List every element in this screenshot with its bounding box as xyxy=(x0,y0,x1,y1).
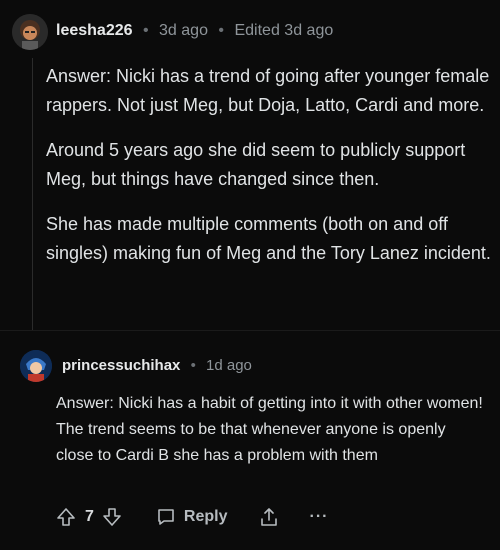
avatar-character-icon xyxy=(12,14,48,50)
comment-body: Answer: Nicki has a habit of getting int… xyxy=(56,395,483,464)
username[interactable]: leesha226 xyxy=(56,22,133,39)
comment-paragraph: Answer: Nicki has a trend of going after… xyxy=(46,66,490,115)
vote-count: 7 xyxy=(85,508,94,525)
separator-dot: • xyxy=(142,22,149,39)
speech-bubble-icon xyxy=(156,507,176,527)
reply-button[interactable]: Reply xyxy=(156,507,228,527)
ellipsis-icon[interactable]: ··· xyxy=(309,508,328,526)
edited-label: Edited 3d ago xyxy=(234,22,334,39)
username[interactable]: princessuchihax xyxy=(62,357,180,374)
user-avatar[interactable] xyxy=(12,14,48,50)
thread-line[interactable] xyxy=(32,58,33,330)
separator-dot: • xyxy=(218,22,225,39)
share-upload-icon[interactable] xyxy=(259,507,279,527)
comment-meta: leesha226 • 3d ago • Edited 3d ago xyxy=(56,22,333,40)
avatar-character-icon xyxy=(20,350,52,382)
comment-meta: princessuchihax • 1d ago xyxy=(62,357,252,374)
comment-actions: 7 Reply ··· xyxy=(56,504,328,530)
arrow-up-icon[interactable] xyxy=(56,507,76,527)
arrow-down-icon[interactable] xyxy=(102,507,122,527)
separator-dot: • xyxy=(190,357,196,374)
divider xyxy=(0,330,500,331)
timestamp: 3d ago xyxy=(159,22,208,39)
reply-label: Reply xyxy=(183,508,228,525)
user-avatar[interactable] xyxy=(20,350,52,382)
comment-paragraph: She has made multiple comments (both on … xyxy=(46,214,491,263)
comment-paragraph: Around 5 years ago she did seem to publi… xyxy=(46,140,466,189)
comment-body: Answer: Nicki has a trend of going after… xyxy=(46,62,496,284)
timestamp: 1d ago xyxy=(206,357,252,374)
